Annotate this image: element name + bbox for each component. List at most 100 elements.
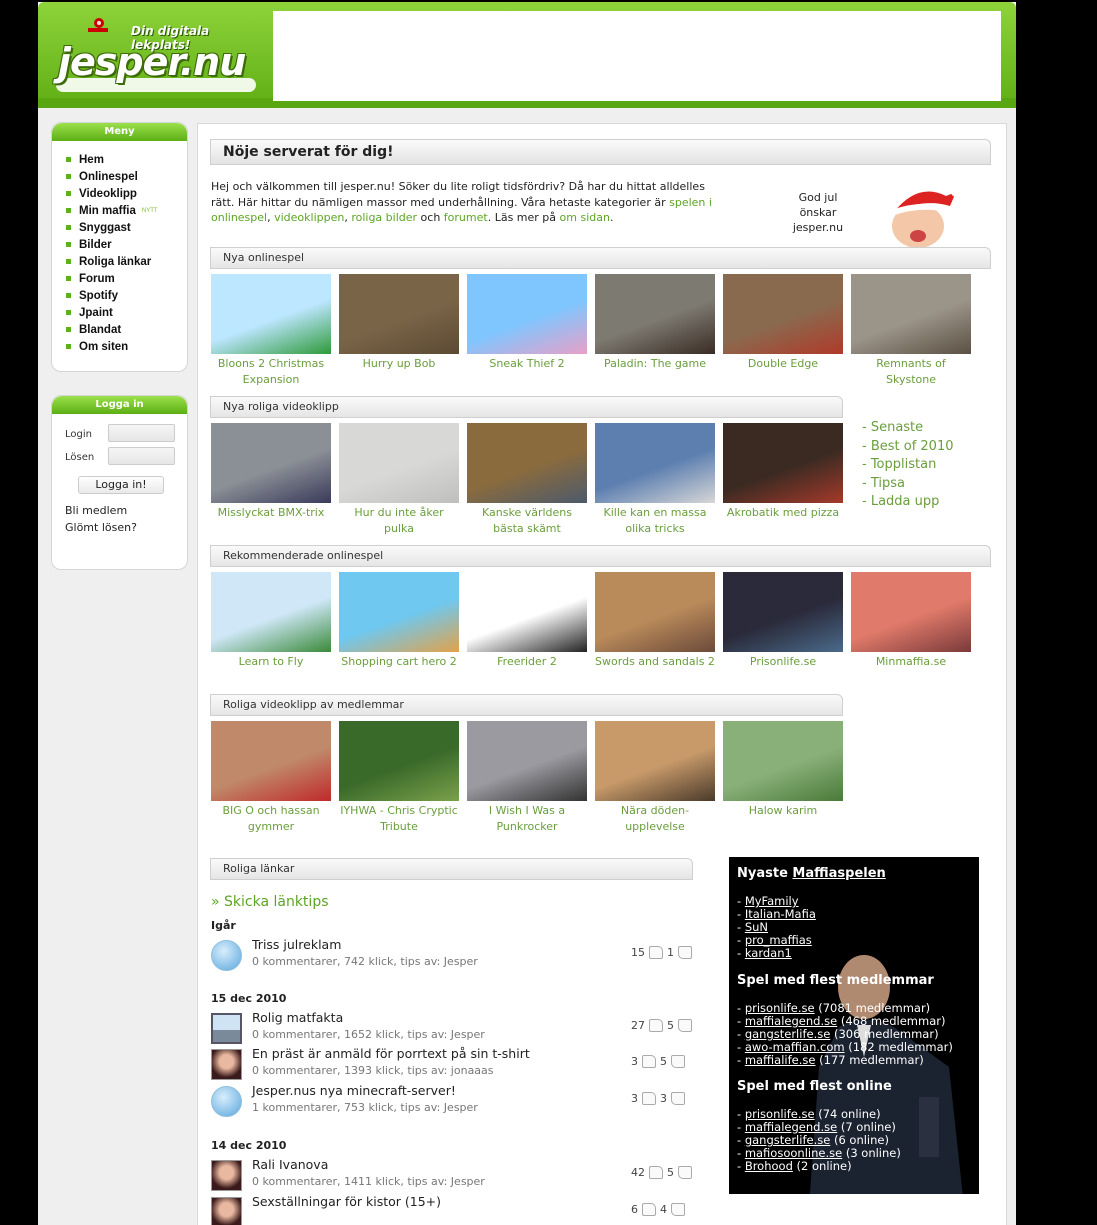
thumbnail-tile[interactable]: I Wish I Was a Punkrocker <box>467 721 587 835</box>
intro-link-pictures[interactable]: roliga bilder <box>351 211 417 224</box>
menu-item[interactable]: Onlinespel <box>66 168 187 185</box>
thumbnail-tile[interactable]: Remnants of Skystone <box>851 274 971 388</box>
login-button[interactable]: Logga in! <box>78 476 164 494</box>
thumbnail-caption[interactable]: Remnants of Skystone <box>851 356 971 388</box>
maffia-game-link[interactable]: prisonlife.se <box>745 1001 815 1015</box>
thumbnail-tile[interactable]: Misslyckat BMX-trix <box>211 423 331 537</box>
thumbnail-image[interactable] <box>211 572 331 652</box>
menu-item[interactable]: Min maffia NYTT <box>66 202 187 219</box>
thumbs-up-icon[interactable] <box>642 1055 656 1068</box>
menu-item[interactable]: Om siten <box>66 338 187 355</box>
thumbnail-image[interactable] <box>595 572 715 652</box>
intro-link-about[interactable]: om sidan <box>560 211 610 224</box>
thumbnail-image[interactable] <box>595 721 715 801</box>
maffia-game-link[interactable]: prisonlife.se <box>745 1107 815 1121</box>
thumbnail-tile[interactable]: Akrobatik med pizza <box>723 423 843 537</box>
thumbnail-tile[interactable]: Kanske världens bästa skämt <box>467 423 587 537</box>
thumbnail-tile[interactable]: Shopping cart hero 2 <box>339 572 459 670</box>
link-title[interactable]: Rali Ivanova <box>252 1157 328 1172</box>
menu-item[interactable]: Blandat <box>66 321 187 338</box>
send-link-tip[interactable]: » Skicka länktips <box>211 894 329 910</box>
thumbnail-caption[interactable]: Swords and sandals 2 <box>595 654 715 670</box>
video-side-link[interactable]: - Topplistan <box>862 456 954 475</box>
thumbnail-caption[interactable]: Akrobatik med pizza <box>723 505 843 521</box>
thumbnail-tile[interactable]: Halow karim <box>723 721 843 835</box>
globe-icon[interactable] <box>211 940 242 971</box>
maffia-game-link[interactable]: kardan1 <box>745 946 792 960</box>
link-title[interactable]: En präst är anmäld för porrtext på sin t… <box>252 1046 530 1061</box>
thumbs-down-icon[interactable] <box>671 1203 685 1216</box>
thumbs-up-icon[interactable] <box>649 1166 663 1179</box>
thumbnail-image[interactable] <box>339 721 459 801</box>
maffia-game-link[interactable]: maffialife.se <box>745 1053 816 1067</box>
thumbnail-image[interactable] <box>211 423 331 503</box>
menu-item[interactable]: Forum <box>66 270 187 287</box>
thumbs-up-icon[interactable] <box>642 1203 656 1216</box>
picture-icon[interactable] <box>211 1013 242 1044</box>
video-side-link[interactable]: - Ladda upp <box>862 493 954 512</box>
maffia-game-link[interactable]: mafiosoonline.se <box>745 1146 842 1160</box>
thumbnail-image[interactable] <box>467 721 587 801</box>
maffia-game-link[interactable]: SuN <box>745 920 768 934</box>
thumbnail-tile[interactable]: Learn to Fly <box>211 572 331 670</box>
menu-item[interactable]: Bilder <box>66 236 187 253</box>
thumbnail-image[interactable] <box>467 423 587 503</box>
thumbnail-caption[interactable]: Nära döden-upplevelse <box>595 803 715 835</box>
thumbs-up-icon[interactable] <box>649 1019 663 1032</box>
thumbnail-image[interactable] <box>595 274 715 354</box>
thumbs-up-icon[interactable] <box>649 946 663 959</box>
thumbnail-caption[interactable]: Hurry up Bob <box>339 356 459 372</box>
thumbnail-image[interactable] <box>595 423 715 503</box>
menu-item[interactable]: Videoklipp <box>66 185 187 202</box>
thumbnail-tile[interactable]: Kille kan en massa olika tricks <box>595 423 715 537</box>
thumbnail-tile[interactable]: IYHWA - Chris Cryptic Tribute <box>339 721 459 835</box>
maffia-game-link[interactable]: maffialegend.se <box>745 1120 837 1134</box>
thumbnail-image[interactable] <box>211 274 331 354</box>
intro-link-forum[interactable]: forumet <box>444 211 488 224</box>
thumbnail-image[interactable] <box>339 274 459 354</box>
maffia-game-link[interactable]: Italian-Mafia <box>745 907 816 921</box>
thumbs-down-icon[interactable] <box>678 946 692 959</box>
thumbnail-caption[interactable]: Misslyckat BMX-trix <box>211 505 331 521</box>
maffia-game-link[interactable]: awo-maffian.com <box>745 1040 845 1054</box>
thumbnail-tile[interactable]: BIG O och hassan gymmer <box>211 721 331 835</box>
thumbnail-tile[interactable]: Swords and sandals 2 <box>595 572 715 670</box>
menu-item[interactable]: Roliga länkar <box>66 253 187 270</box>
maffia-game-link[interactable]: Brohood <box>745 1159 793 1173</box>
thumbnail-tile[interactable]: Hur du inte åker pulka <box>339 423 459 537</box>
site-logo[interactable]: Din digitala lekplats! jesper.nu <box>56 14 266 96</box>
maffia-game-link[interactable]: gangsterlife.se <box>745 1027 830 1041</box>
thumbnail-caption[interactable]: BIG O och hassan gymmer <box>211 803 331 835</box>
video-side-link[interactable]: - Senaste <box>862 419 954 438</box>
intro-link-videos[interactable]: videoklippen <box>274 211 344 224</box>
avatar-icon[interactable] <box>211 1197 242 1225</box>
thumbnail-tile[interactable]: Bloons 2 Christmas Expansion <box>211 274 331 388</box>
thumbnail-caption[interactable]: Shopping cart hero 2 <box>339 654 459 670</box>
login-input[interactable] <box>108 424 175 442</box>
thumbnail-image[interactable] <box>211 721 331 801</box>
register-link[interactable]: Bli medlem <box>65 504 127 517</box>
thumbnail-caption[interactable]: Sneak Thief 2 <box>467 356 587 372</box>
thumbnail-image[interactable] <box>339 423 459 503</box>
menu-item[interactable]: Hem <box>66 151 187 168</box>
thumbnail-tile[interactable]: Paladin: The game <box>595 274 715 388</box>
maffia-game-link[interactable]: maffialegend.se <box>745 1014 837 1028</box>
menu-item[interactable]: Spotify <box>66 287 187 304</box>
link-title[interactable]: Sexställningar för kistor (15+) <box>252 1194 441 1209</box>
thumbs-down-icon[interactable] <box>678 1019 692 1032</box>
maffia-game-link[interactable]: pro_maffias <box>745 933 812 947</box>
thumbnail-tile[interactable]: Prisonlife.se <box>723 572 843 670</box>
menu-item[interactable]: Snyggast <box>66 219 187 236</box>
thumbnail-caption[interactable]: IYHWA - Chris Cryptic Tribute <box>339 803 459 835</box>
thumbnail-image[interactable] <box>467 572 587 652</box>
thumbnail-image[interactable] <box>339 572 459 652</box>
thumbs-up-icon[interactable] <box>642 1092 656 1105</box>
video-side-link[interactable]: - Tipsa <box>862 475 954 494</box>
thumbnail-caption[interactable]: Minmaffia.se <box>851 654 971 670</box>
thumbnail-caption[interactable]: Kanske världens bästa skämt <box>467 505 587 537</box>
thumbnail-tile[interactable]: Nära döden-upplevelse <box>595 721 715 835</box>
thumbs-down-icon[interactable] <box>671 1092 685 1105</box>
thumbnail-caption[interactable]: Paladin: The game <box>595 356 715 372</box>
maffia-game-link[interactable]: MyFamily <box>745 894 799 908</box>
thumbnail-tile[interactable]: Hurry up Bob <box>339 274 459 388</box>
